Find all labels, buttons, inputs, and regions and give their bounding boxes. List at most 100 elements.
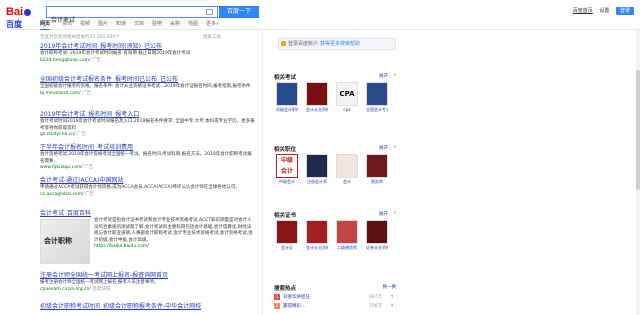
result-item: 注册会计师全国统一考试网上报名-报查询网首页 报考注册会计师全国统一考试网上报名…: [40, 272, 255, 293]
arrow-up-icon: ↑: [390, 304, 394, 309]
result-url[interactable]: https://baike.baidu.com/: [94, 244, 255, 250]
card-image: [306, 82, 328, 106]
related-card[interactable]: 会计证: [276, 220, 298, 250]
card-image: 中级 会计: [276, 154, 298, 178]
section-title: 相关职位: [274, 147, 297, 153]
card-image: [336, 154, 358, 178]
search-button[interactable]: 百度一下: [219, 6, 259, 18]
result-url[interactable]: b234.hengqiluop.com/ 广告: [40, 58, 255, 64]
tab-tieba[interactable]: 贴吧: [152, 20, 162, 27]
result-abstract: 会计考试时间2019年会计考试时间报名及入口,2019报名条件要求: 全国中专,…: [40, 119, 255, 131]
related-card[interactable]: 会计从业资格证书: [306, 220, 328, 250]
result-url[interactable]: bj.meunland.com/ 广告: [40, 91, 255, 97]
result-item: 全国初级会计考试报名条件_报考时间已公布_已公布 全国初级会计报考的资格。报名条…: [40, 76, 255, 97]
chevron-down-icon[interactable]: ▾: [394, 211, 396, 216]
related-card[interactable]: 证券从业资格证: [366, 220, 388, 250]
camera-icon[interactable]: [206, 9, 213, 15]
scrollbar-thumb[interactable]: [636, 70, 640, 190]
baidu-logo[interactable]: Bai百度: [6, 6, 36, 29]
tab-zhidao[interactable]: 知道: [116, 20, 126, 27]
toplink-home[interactable]: 百度首页: [573, 8, 593, 14]
user-icon: [281, 41, 286, 46]
expand-link[interactable]: 展开: [379, 211, 388, 217]
related-card[interactable]: 税务师: [366, 154, 388, 184]
related-card[interactable]: 中级 会计 中级会计: [276, 154, 298, 184]
card-image: [276, 220, 298, 244]
result-item: 初级会计职称考试时间_初级会计职称报考条件-中华会计网校: [40, 303, 255, 311]
hot-count: 706万: [368, 304, 382, 309]
rank-badge: 1: [274, 293, 280, 300]
result-url[interactable]: cpaexam.cicpa.org.cn/ 百度快照: [40, 287, 255, 293]
card-image: [306, 220, 328, 244]
rank-badge: 2: [274, 302, 280, 309]
related-exams-section: 相关考试 展开 ▾ 初级会计职称考试 会计从业资格考试 CPA cpa 全国会计…: [274, 73, 396, 120]
result-url[interactable]: gz.studycnb.cn/ 广告: [40, 132, 255, 138]
top-links: 百度首页 设置 登录: [568, 7, 634, 15]
related-card[interactable]: 初级会计职称考试: [276, 82, 298, 112]
column-divider: [262, 30, 263, 315]
related-card[interactable]: 会计: [336, 154, 358, 184]
result-title[interactable]: 初级会计职称考试时间_初级会计职称报考条件-中华会计网校: [40, 303, 255, 311]
section-title: 搜索热点: [274, 286, 297, 292]
result-item: 会计考试-通过(ACCA)中国网站 申请通过ACCA考试获得会计师资格,成为AC…: [40, 177, 255, 198]
hot-search-section: 搜索热点 换一换 1 刘德华将担任 987万 ↑ 2 赢得精彩… 706万 ↑: [274, 284, 396, 311]
tab-wenku[interactable]: 文库: [134, 20, 144, 27]
result-item: 2019年会计考试时间_报考时间(须知)_已公布 会计职称考试: 2019年会计…: [40, 43, 255, 64]
card-image: [366, 154, 388, 178]
result-abstract: 会计考试是指会计证书考试和会计专业技术资格考试,ACCT知识测量是对会计人员综合…: [94, 218, 253, 243]
related-certificates-section: 相关证书 展开 ▾ 会计证 会计从业资格证书 二级建造师 证券从业资格证: [274, 211, 396, 258]
tab-video[interactable]: 视频: [80, 20, 90, 27]
related-card[interactable]: 二级建造师: [336, 220, 358, 250]
chevron-down-icon[interactable]: ▾: [394, 145, 396, 150]
tab-images[interactable]: 图片: [98, 20, 108, 27]
result-item: 2019年会计考试_报名时间_报考入口 会计考试时间2019年会计考试时间报名及…: [40, 111, 255, 138]
tab-map[interactable]: 地图: [188, 20, 198, 27]
result-item-baike: 会计考试_百度百科 会计职称 会计考试是指会计证书考试和会计专业技术资格考试,A…: [40, 210, 255, 270]
hot-count: 987万: [368, 295, 382, 300]
section-title: 相关证书: [274, 213, 297, 219]
tab-news[interactable]: 资讯: [62, 20, 72, 27]
related-card[interactable]: CPA cpa: [336, 82, 358, 112]
expand-link[interactable]: 展开: [379, 73, 388, 79]
tab-more[interactable]: 更多»: [206, 20, 219, 27]
hot-item[interactable]: 1 刘德华将担任 987万 ↑: [274, 293, 396, 302]
result-title[interactable]: 2019年会计考试_报名时间_报考入口: [40, 111, 255, 119]
chevron-down-icon[interactable]: ▾: [394, 73, 396, 78]
related-card[interactable]: 会计从业资格考试: [306, 82, 328, 112]
tab-web[interactable]: 网页: [40, 20, 51, 30]
card-image: [366, 220, 388, 244]
result-item: 下半年会计报名时间_考试培训费用 会计资格考试,2019年会计资格考试全国统一考…: [40, 144, 255, 171]
card-image: [276, 82, 298, 106]
result-url[interactable]: www.fqkuaqu.com/ 广告: [40, 165, 255, 171]
baike-thumbnail[interactable]: 会计职称: [40, 219, 90, 264]
result-title[interactable]: 全国初级会计考试报名条件_报考时间已公布_已公布: [40, 76, 255, 84]
result-title[interactable]: 下半年会计报名时间_考试培训费用: [40, 144, 255, 152]
card-image: CPA: [336, 82, 358, 106]
refresh-link[interactable]: 换一换: [383, 284, 397, 290]
tab-caigou[interactable]: 采购: [170, 20, 180, 27]
expand-link[interactable]: 展开: [379, 145, 388, 151]
related-card[interactable]: 全国会计专业技术资格考试: [366, 82, 388, 112]
search-tools-button[interactable]: 搜索工具: [203, 34, 221, 40]
result-abstract: 会计资格考试,2019年会计资格考试全国统一考试。报名时间,考试科目,报名方法。…: [40, 152, 252, 164]
hot-item[interactable]: 2 赢得精彩… 706万 ↑: [274, 302, 396, 311]
result-count: 百度为您找到相关结果约35,300,000个: [40, 35, 120, 40]
card-image: [306, 154, 328, 178]
result-title[interactable]: 2019年会计考试时间_报考时间(须知)_已公布: [40, 43, 255, 51]
related-card[interactable]: 注册会计师: [306, 154, 328, 184]
result-title[interactable]: 会计考试_百度百科: [40, 210, 255, 218]
result-title[interactable]: 会计考试-通过(ACCA)中国网站: [40, 177, 255, 185]
section-title: 相关考试: [274, 75, 297, 81]
related-jobs-section: 相关职位 展开 ▾ 中级 会计 中级会计 注册会计师 会计 税务师: [274, 145, 396, 192]
result-url[interactable]: cn.accaglobal.com/ 广告: [40, 192, 255, 198]
login-banner[interactable]: 登录百度账户 获得更多搜索帮助: [278, 38, 396, 50]
login-button[interactable]: 登录: [615, 7, 634, 15]
card-image: [336, 220, 358, 244]
search-box[interactable]: [46, 6, 218, 25]
result-title[interactable]: 注册会计师全国统一考试网上报名-报查询网首页: [40, 272, 255, 280]
search-tabs: 网页 资讯 视频 图片 知道 文库 贴吧 采购 地图 更多»: [0, 18, 640, 30]
vertical-scrollbar[interactable]: [636, 30, 640, 315]
arrow-up-icon: ↑: [390, 295, 394, 300]
card-image: [366, 82, 388, 106]
toplink-settings[interactable]: 设置: [599, 8, 609, 14]
